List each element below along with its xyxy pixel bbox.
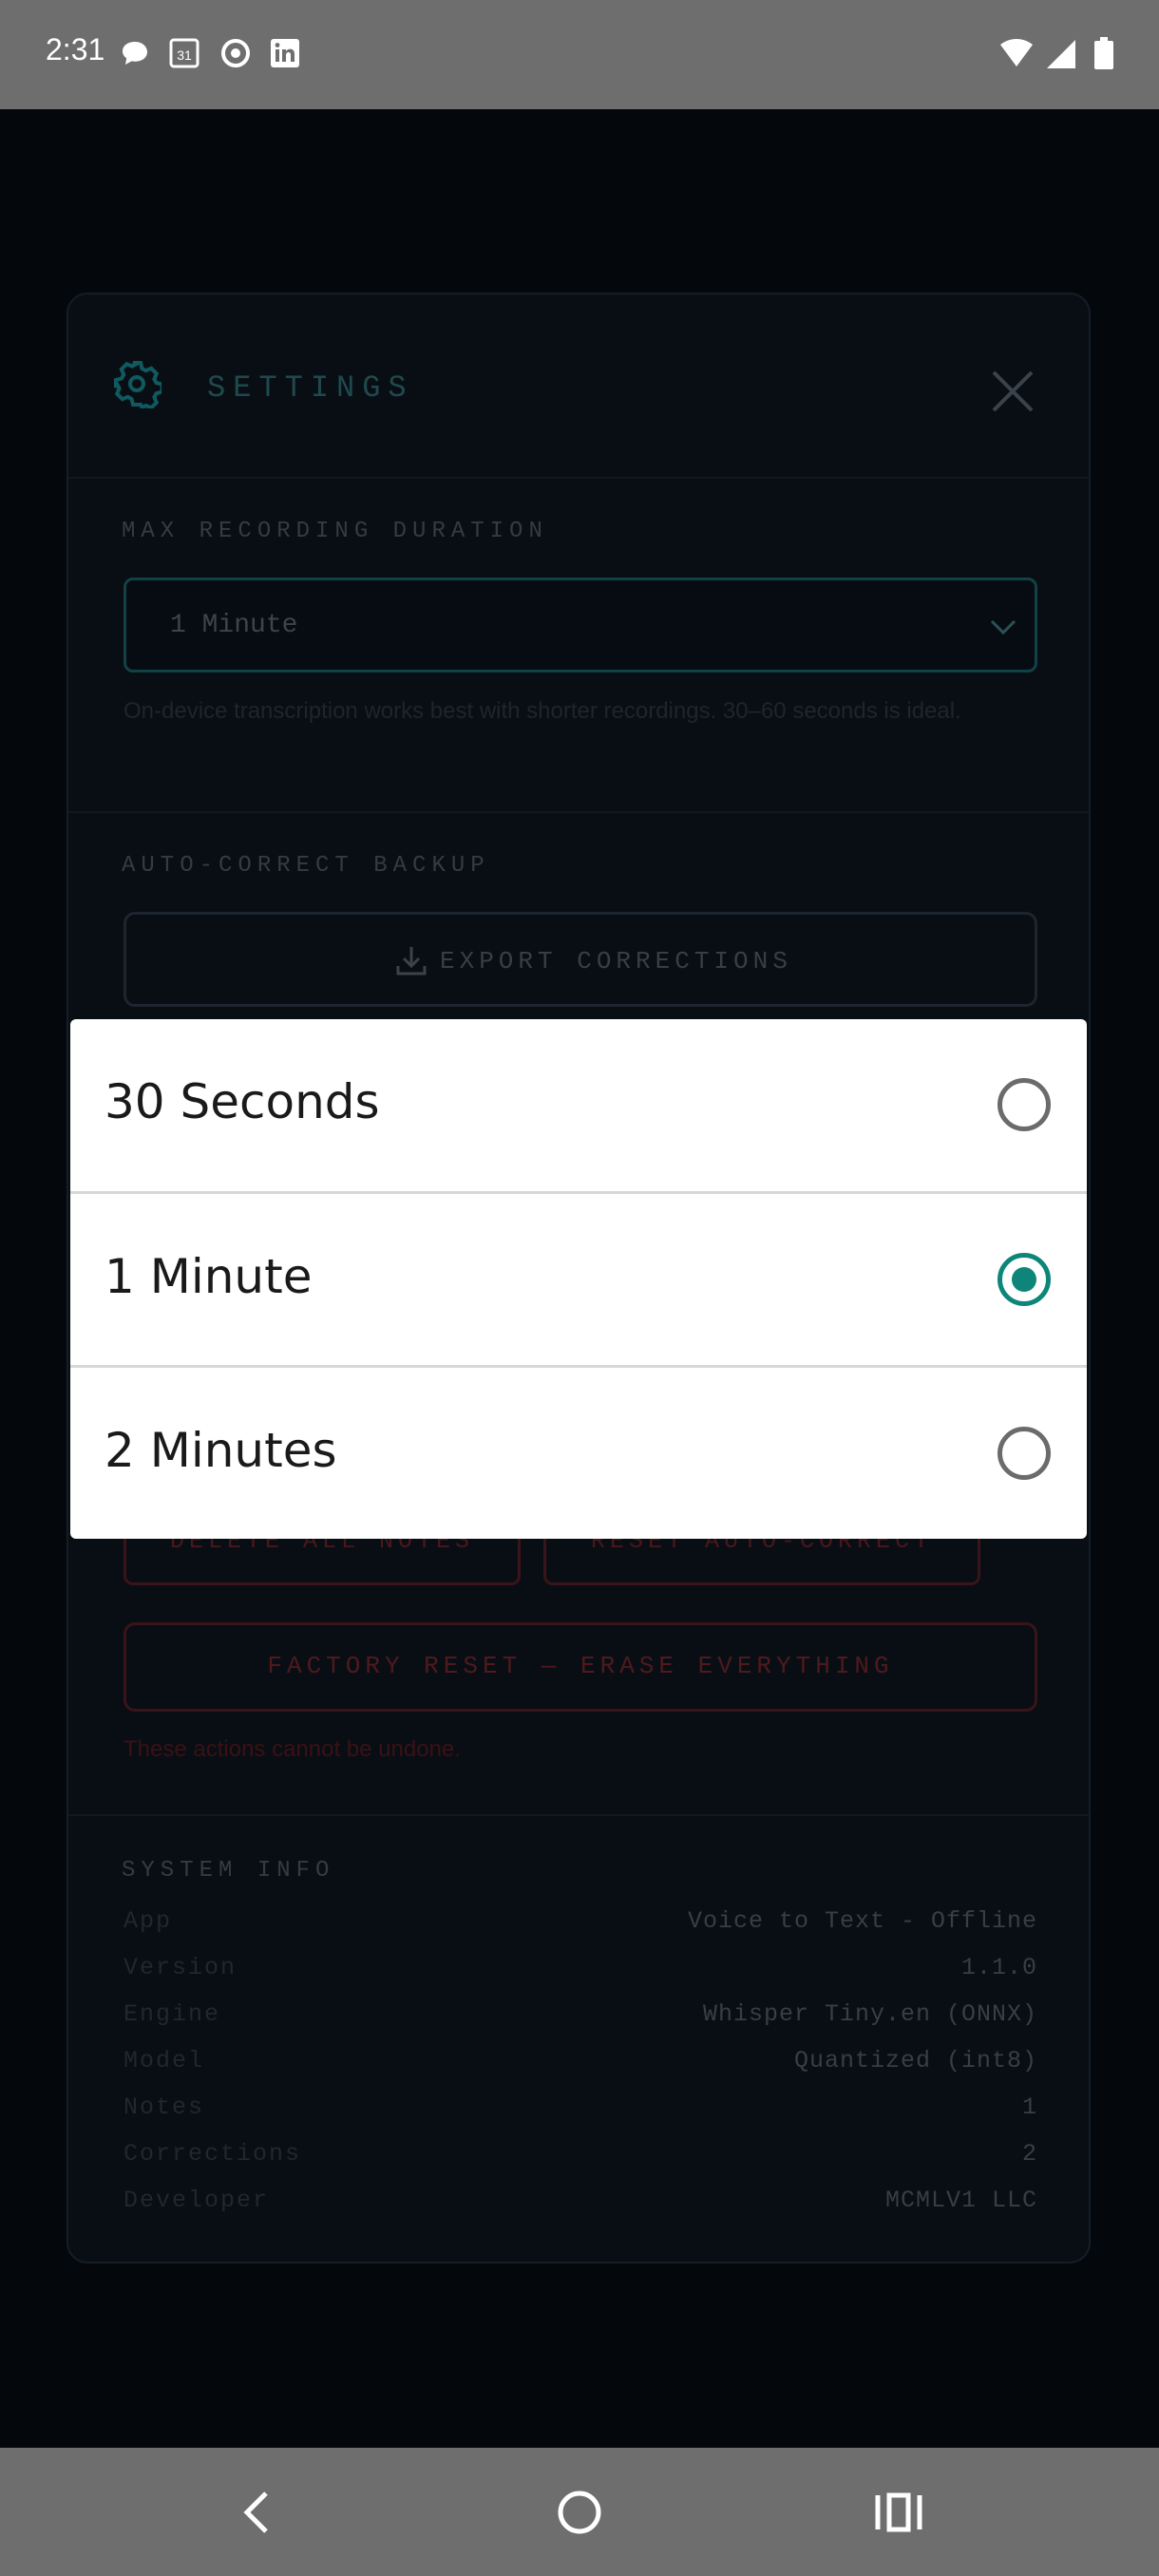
record-icon: [221, 39, 250, 67]
linkedin-icon: [271, 39, 299, 67]
danger-warning: These actions cannot be undone.: [124, 1736, 461, 1762]
divider: [68, 1814, 1089, 1816]
info-value: 2: [1021, 2140, 1037, 2168]
picker-option-1-minute[interactable]: 1 Minute: [70, 1194, 1087, 1367]
info-row-app: App Voice to Text - Offline: [124, 1907, 1037, 1945]
info-key: Engine: [124, 2000, 221, 2028]
info-row-notes: Notes 1: [124, 2093, 1037, 2131]
duration-select[interactable]: 1 Minute: [124, 578, 1037, 672]
radio-unchecked-icon[interactable]: [998, 1078, 1051, 1131]
info-key: Developer: [124, 2187, 270, 2214]
gear-icon: [114, 361, 162, 408]
picker-option-2-minutes[interactable]: 2 Minutes: [70, 1368, 1087, 1539]
export-corrections-button[interactable]: EXPORT CORRECTIONS: [124, 912, 1037, 1007]
duration-select-value: 1 Minute: [170, 611, 298, 640]
chevron-down-icon: [990, 619, 1016, 635]
duration-picker-dialog: 30 Seconds 1 Minute 2 Minutes: [70, 1019, 1087, 1539]
calendar-31-icon: 31: [169, 38, 200, 68]
radio-dot: [1012, 1267, 1036, 1292]
info-row-developer: Developer MCMLV1 LLC: [124, 2187, 1037, 2225]
info-row-corrections: Corrections 2: [124, 2140, 1037, 2178]
factory-reset-button[interactable]: FACTORY RESET — ERASE EVERYTHING: [124, 1622, 1037, 1712]
signal-icon: [1047, 40, 1075, 68]
download-icon: [396, 947, 427, 975]
system-info-label: SYSTEM INFO: [122, 1858, 335, 1884]
info-value: 1: [1021, 2093, 1037, 2121]
info-value: 1.1.0: [960, 1954, 1037, 1981]
duration-hint: On-device transcription works best with …: [124, 698, 961, 724]
info-key: Version: [124, 1954, 238, 1981]
info-row-model: Model Quantized (int8): [124, 2047, 1037, 2085]
max-recording-label: MAX RECORDING DURATION: [122, 519, 548, 544]
wifi-icon: [1000, 39, 1033, 66]
recents-icon[interactable]: [868, 2482, 929, 2543]
status-time: 2:31: [46, 32, 105, 66]
info-key: App: [124, 1907, 173, 1935]
battery-icon: [1094, 37, 1113, 69]
info-value: MCMLV1 LLC: [884, 2187, 1037, 2214]
info-row-engine: Engine Whisper Tiny.en (ONNX): [124, 2000, 1037, 2038]
picker-option-label: 30 Seconds: [104, 1074, 380, 1129]
export-corrections-label: EXPORT CORRECTIONS: [440, 947, 792, 975]
info-value: Voice to Text - Offline: [687, 1907, 1037, 1935]
close-icon[interactable]: [988, 367, 1037, 416]
divider: [68, 477, 1089, 479]
picker-option-30-seconds[interactable]: 30 Seconds: [70, 1019, 1087, 1192]
status-bar: 2:31 31: [0, 0, 1159, 109]
settings-title: SETTINGS: [207, 370, 414, 406]
autocorrect-backup-label: AUTO-CORRECT BACKUP: [122, 853, 490, 879]
chat-bubble-icon: [123, 42, 147, 65]
info-value: Whisper Tiny.en (ONNX): [702, 2000, 1037, 2028]
radio-unchecked-icon[interactable]: [998, 1427, 1051, 1480]
navigation-bar: [0, 2448, 1159, 2576]
calendar-day: 31: [177, 47, 192, 63]
home-icon[interactable]: [549, 2482, 610, 2543]
picker-option-label: 2 Minutes: [104, 1423, 337, 1478]
divider: [68, 811, 1089, 813]
info-key: Notes: [124, 2093, 205, 2121]
factory-reset-label: FACTORY RESET — ERASE EVERYTHING: [267, 1652, 894, 1680]
radio-checked-icon[interactable]: [998, 1253, 1051, 1306]
info-row-version: Version 1.1.0: [124, 1954, 1037, 1992]
info-key: Corrections: [124, 2140, 302, 2168]
picker-option-label: 1 Minute: [104, 1249, 313, 1304]
info-key: Model: [124, 2047, 205, 2074]
back-icon[interactable]: [228, 2482, 289, 2543]
info-value: Quantized (int8): [793, 2047, 1037, 2074]
